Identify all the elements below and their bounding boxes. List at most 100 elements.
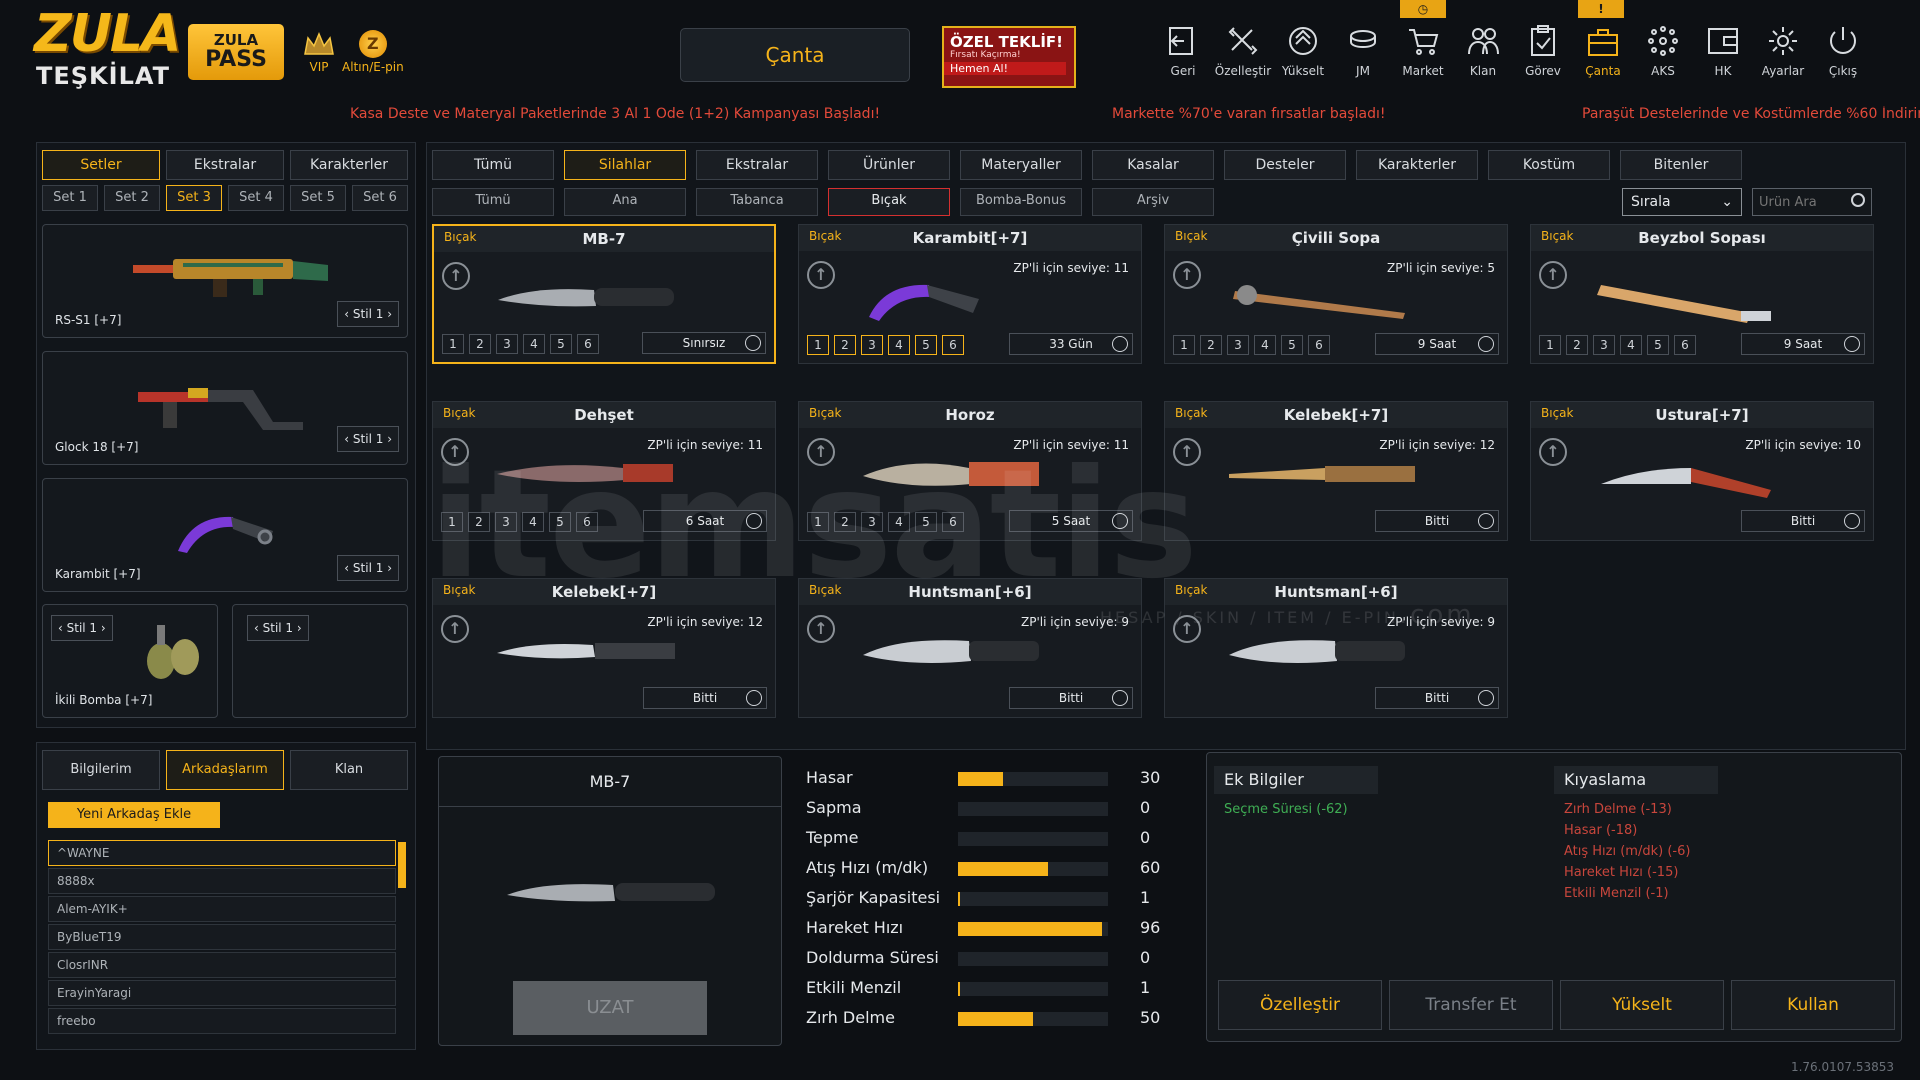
loadout-slot-pistol[interactable]: ‹ Stil 1 › Glock 18 [+7] [42, 351, 408, 465]
friend-list-item[interactable]: ClosrINR [48, 952, 396, 978]
set-1[interactable]: Set 1 [42, 185, 98, 211]
action-button[interactable]: Özelleştir [1218, 980, 1382, 1030]
level-box[interactable]: 5 [550, 334, 572, 354]
level-box[interactable]: 2 [1566, 335, 1588, 355]
item-card[interactable]: Bıçak Beyzbol Sopası ↑ 123456 9 Saat [1530, 224, 1874, 364]
item-card[interactable]: Bıçak Çivili Sopa ZP'li için seviye: 5 ↑… [1164, 224, 1508, 364]
nav-7[interactable]: Çanta [1574, 24, 1632, 78]
nav-3[interactable]: JM [1334, 24, 1392, 78]
main-tab[interactable]: Kasalar [1092, 150, 1214, 180]
level-box[interactable]: 6 [942, 335, 964, 355]
sub-tab[interactable]: Bıçak [828, 188, 950, 216]
action-button[interactable]: Transfer Et [1389, 980, 1553, 1030]
sub-tab[interactable]: Tümü [432, 188, 554, 216]
nav-0[interactable]: Geri [1154, 24, 1212, 78]
level-box[interactable]: 4 [888, 335, 910, 355]
nav-10[interactable]: Ayarlar [1754, 24, 1812, 78]
main-tab[interactable]: Silahlar [564, 150, 686, 180]
main-tab[interactable]: Desteler [1224, 150, 1346, 180]
friend-list-item[interactable]: ErayinYaragi [48, 980, 396, 1006]
level-box[interactable]: 5 [1647, 335, 1669, 355]
item-card[interactable]: Bıçak Kelebek[+7] ZP'li için seviye: 12 … [1164, 401, 1508, 541]
level-box[interactable]: 3 [1593, 335, 1615, 355]
set-5[interactable]: Set 5 [290, 185, 346, 211]
stil-selector[interactable]: ‹ Stil 1 › [337, 301, 399, 327]
main-tab[interactable]: Materyaller [960, 150, 1082, 180]
upgrade-arrow-icon[interactable]: ↑ [807, 261, 835, 289]
coin-button[interactable]: Z Altın/E-pin [342, 30, 404, 74]
action-button[interactable]: Kullan [1731, 980, 1895, 1030]
level-box[interactable]: 5 [915, 335, 937, 355]
set-3[interactable]: Set 3 [166, 185, 222, 211]
action-button[interactable]: Yükselt [1560, 980, 1724, 1030]
nav-9[interactable]: HK [1694, 24, 1752, 78]
upgrade-arrow-icon[interactable]: ↑ [442, 262, 470, 290]
loadout-slot-bomb[interactable]: ‹ Stil 1 › İkili Bomba [+7] [42, 604, 218, 718]
bag-main-button[interactable]: Çanta [680, 28, 910, 82]
level-box[interactable]: 6 [1308, 335, 1330, 355]
loadout-slot-primary[interactable]: ‹ Stil 1 › RS-S1 [+7] [42, 224, 408, 338]
friend-list-item[interactable]: Alem-AYIK+ [48, 896, 396, 922]
main-tab[interactable]: Ekstralar [696, 150, 818, 180]
nav-5[interactable]: Klan [1454, 24, 1512, 78]
level-box[interactable]: 1 [442, 334, 464, 354]
extend-button[interactable]: UZAT [513, 981, 707, 1035]
nav-8[interactable]: AKS [1634, 24, 1692, 78]
stil-selector[interactable]: ‹ Stil 1 › [337, 555, 399, 581]
main-tab[interactable]: Bitenler [1620, 150, 1742, 180]
level-box[interactable]: 6 [577, 334, 599, 354]
main-tab[interactable]: Tümü [432, 150, 554, 180]
tab-arkadaslarim[interactable]: Arkadaşlarım [166, 750, 284, 790]
sub-tab[interactable]: Arşiv [1092, 188, 1214, 216]
upgrade-arrow-icon[interactable]: ↑ [1539, 261, 1567, 289]
set-6[interactable]: Set 6 [352, 185, 408, 211]
stil-selector[interactable]: ‹ Stil 1 › [51, 615, 113, 641]
nav-6[interactable]: Görev [1514, 24, 1572, 78]
level-box[interactable]: 6 [1674, 335, 1696, 355]
main-tab[interactable]: Kostüm [1488, 150, 1610, 180]
special-offer-banner[interactable]: ÖZEL TEKLİF! Fırsatı Kaçırma! Hemen Al! [942, 26, 1076, 88]
main-tab[interactable]: Karakterler [1356, 150, 1478, 180]
search-input[interactable] [1753, 189, 1849, 215]
loadout-slot-empty[interactable]: ‹ Stil 1 › [232, 604, 408, 718]
stil-selector[interactable]: ‹ Stil 1 › [247, 615, 309, 641]
nav-1[interactable]: Özelleştir [1214, 24, 1272, 78]
item-card[interactable]: Bıçak Ustura[+7] ZP'li için seviye: 10 ↑… [1530, 401, 1874, 541]
level-box[interactable]: 5 [1281, 335, 1303, 355]
sub-tab[interactable]: Ana [564, 188, 686, 216]
item-card[interactable]: Bıçak MB-7 ↑ 123456 Sınırsız [432, 224, 776, 364]
add-friend-button[interactable]: Yeni Arkadaş Ekle [48, 802, 220, 828]
sub-tab[interactable]: Bomba-Bonus [960, 188, 1082, 216]
upgrade-arrow-icon[interactable]: ↑ [441, 615, 469, 643]
level-box[interactable]: 4 [523, 334, 545, 354]
loadout-slot-knife[interactable]: ‹ Stil 1 › Karambit [+7] [42, 478, 408, 592]
zula-pass-button[interactable]: ZULA PASS [188, 24, 284, 80]
tab-ekstralar[interactable]: Ekstralar [166, 150, 284, 180]
nav-11[interactable]: Çıkış [1814, 24, 1872, 78]
level-box[interactable]: 3 [496, 334, 518, 354]
level-box[interactable]: 3 [861, 335, 883, 355]
level-box[interactable]: 2 [1200, 335, 1222, 355]
search-box[interactable] [1752, 188, 1872, 216]
upgrade-arrow-icon[interactable]: ↑ [807, 615, 835, 643]
friends-scrollbar[interactable] [398, 842, 406, 888]
level-box[interactable]: 2 [834, 335, 856, 355]
friend-list-item[interactable]: ^WAYNE [48, 840, 396, 866]
tab-klan[interactable]: Klan [290, 750, 408, 790]
upgrade-arrow-icon[interactable]: ↑ [1173, 261, 1201, 289]
tab-karakterler[interactable]: Karakterler [290, 150, 408, 180]
main-tab[interactable]: Ürünler [828, 150, 950, 180]
level-box[interactable]: 1 [807, 335, 829, 355]
level-box[interactable]: 1 [1173, 335, 1195, 355]
nav-2[interactable]: Yükselt [1274, 24, 1332, 78]
sort-dropdown[interactable]: Sırala ⌄ [1622, 188, 1742, 216]
friend-list-item[interactable]: freebo [48, 1008, 396, 1034]
upgrade-arrow-icon[interactable]: ↑ [1539, 438, 1567, 466]
item-card[interactable]: Bıçak Karambit[+7] ZP'li için seviye: 11… [798, 224, 1142, 364]
level-box[interactable]: 4 [1254, 335, 1276, 355]
level-box[interactable]: 2 [469, 334, 491, 354]
set-2[interactable]: Set 2 [104, 185, 160, 211]
level-box[interactable]: 4 [1620, 335, 1642, 355]
set-4[interactable]: Set 4 [228, 185, 284, 211]
nav-4[interactable]: Market [1394, 24, 1452, 78]
